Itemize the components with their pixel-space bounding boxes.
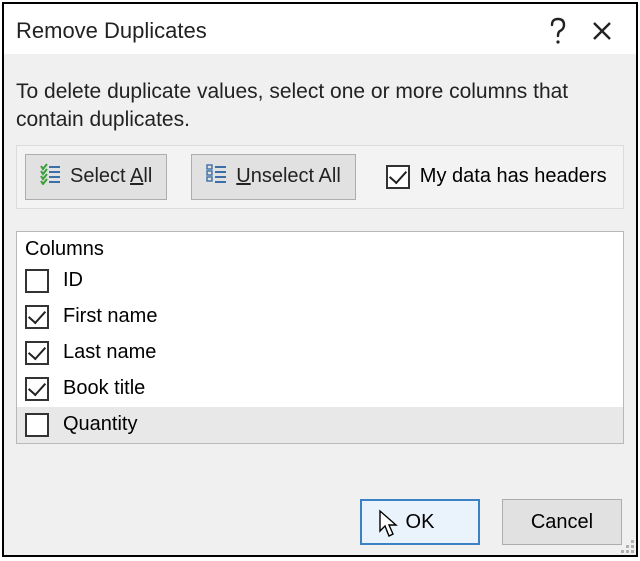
column-checkbox[interactable] bbox=[25, 269, 49, 293]
column-label: First name bbox=[63, 305, 157, 328]
column-checkbox[interactable] bbox=[25, 377, 49, 401]
dialog-footer: OK Cancel bbox=[4, 481, 636, 555]
remove-duplicates-dialog: Remove Duplicates To delete duplicate va… bbox=[2, 2, 638, 557]
unselect-all-label: Unselect All bbox=[236, 165, 341, 188]
my-data-has-headers[interactable]: My data has headers bbox=[386, 165, 607, 189]
column-label: Book title bbox=[63, 377, 145, 400]
select-all-icon bbox=[40, 163, 62, 191]
cursor-icon bbox=[378, 509, 400, 539]
column-label: Quantity bbox=[63, 413, 137, 436]
column-label: ID bbox=[63, 269, 83, 292]
dialog-title: Remove Duplicates bbox=[16, 18, 536, 44]
column-checkbox[interactable] bbox=[25, 413, 49, 437]
columns-header: Columns bbox=[17, 232, 623, 263]
column-row[interactable]: Last name bbox=[17, 335, 623, 371]
column-row[interactable]: Quantity bbox=[17, 407, 623, 443]
column-row[interactable]: First name bbox=[17, 299, 623, 335]
cancel-button[interactable]: Cancel bbox=[502, 499, 622, 545]
columns-panel: Columns ID First name Last name Book title Q… bbox=[16, 231, 624, 444]
toolbar: Select All Unselect All bbox=[16, 145, 624, 209]
unselect-all-button[interactable]: Unselect All bbox=[191, 154, 356, 200]
cancel-label: Cancel bbox=[531, 511, 593, 534]
close-button[interactable] bbox=[580, 9, 624, 53]
column-row[interactable]: Book title bbox=[17, 371, 623, 407]
column-checkbox[interactable] bbox=[25, 341, 49, 365]
headers-label: My data has headers bbox=[420, 165, 607, 188]
column-label: Last name bbox=[63, 341, 156, 364]
column-row[interactable]: ID bbox=[17, 263, 623, 299]
ok-button[interactable]: OK bbox=[360, 499, 480, 545]
resize-grip[interactable] bbox=[618, 537, 634, 553]
title-bar: Remove Duplicates bbox=[4, 4, 636, 54]
help-button[interactable] bbox=[536, 9, 580, 53]
column-checkbox[interactable] bbox=[25, 305, 49, 329]
headers-checkbox[interactable] bbox=[386, 165, 410, 189]
unselect-all-icon bbox=[206, 163, 228, 191]
ok-label: OK bbox=[406, 511, 435, 534]
instruction-text: To delete duplicate values, select one o… bbox=[16, 78, 624, 135]
select-all-button[interactable]: Select All bbox=[25, 154, 167, 200]
select-all-label: Select All bbox=[70, 165, 152, 188]
columns-list: ID First name Last name Book title Quantity bbox=[17, 263, 623, 443]
